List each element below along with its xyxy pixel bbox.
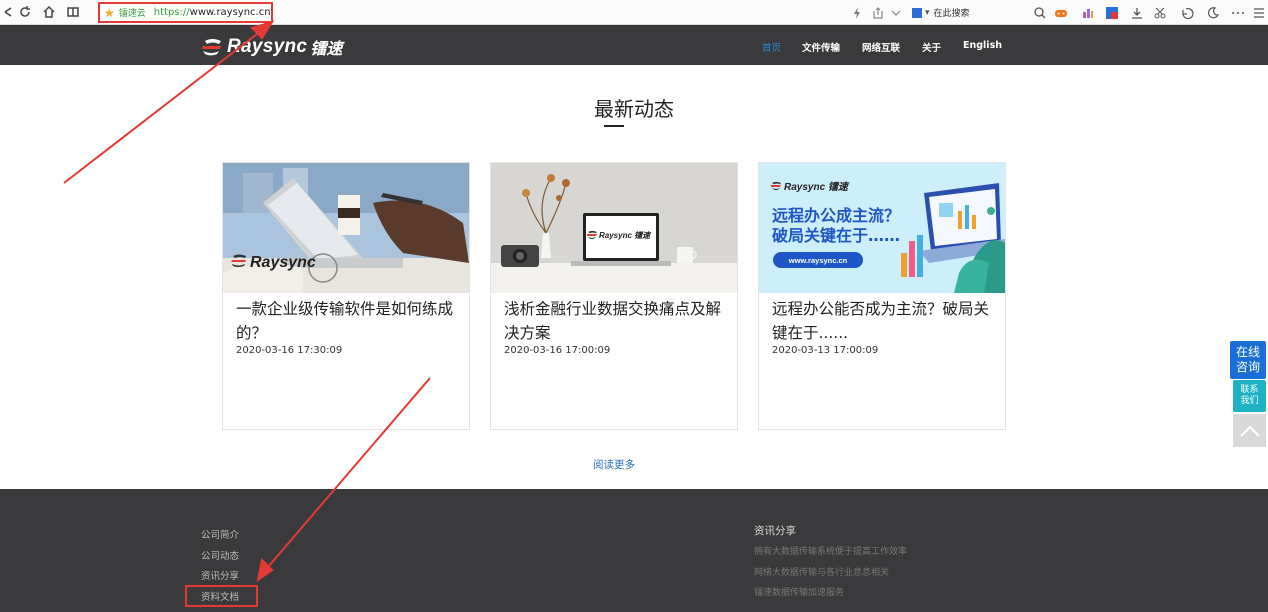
chat-label-line-2: 咨询: [1235, 360, 1260, 374]
card-title[interactable]: 浅析金融行业数据交换痛点及解决方案: [504, 297, 730, 345]
extension-icon[interactable]: [1105, 5, 1119, 19]
share-icon[interactable]: [871, 5, 885, 19]
card-title[interactable]: 远程办公能否成为主流？破局关键在于......: [772, 297, 998, 345]
news-card[interactable]: Raysync 镭速 浅析金融行业数据交换痛点及解决方案 2020-03-16 …: [490, 162, 738, 430]
search-placeholder: 在此搜索: [933, 9, 970, 19]
contact-label-line-2: 我们: [1240, 396, 1259, 406]
chat-label-line-1: 在线: [1235, 345, 1260, 359]
footer-articles: 资讯分享 拥有大数据传输系统便于提高工作效率 网络大数据传输与各行业息息相关 镭…: [754, 523, 907, 606]
card-image[interactable]: Raysync 镭速: [491, 163, 737, 293]
search-icon[interactable]: [1033, 5, 1047, 19]
chevron-down-icon[interactable]: [889, 5, 903, 19]
nav-about[interactable]: 关于: [922, 40, 941, 54]
news-card[interactable]: Raysync 镭速 远程办公成主流？ 破局关键在于…… www.raysync…: [758, 162, 1006, 430]
raysync-logo[interactable]: Raysync 镭速: [201, 35, 342, 59]
contact-us-button[interactable]: 联系 我们: [1233, 380, 1266, 412]
site-header: Raysync 镭速 首页 文件传输 网络互联 关于 English: [0, 25, 1268, 65]
nav-network-interconnect[interactable]: 网络互联: [862, 40, 900, 54]
nav-english[interactable]: English: [963, 40, 1002, 51]
url-domain: www.raysync.cn: [189, 7, 271, 18]
footer-articles-title: 资讯分享: [754, 525, 796, 537]
scissors-icon[interactable]: [1153, 5, 1167, 19]
footer-link-company-news[interactable]: 公司动态: [201, 548, 239, 569]
card-date: 2020-03-16 17:30:09: [236, 345, 343, 356]
card-image-brand: Raysync: [250, 254, 316, 271]
card-image-brand: Raysync 镭速: [599, 231, 652, 240]
menu-icon[interactable]: [1252, 5, 1266, 19]
lightning-icon[interactable]: [850, 5, 864, 19]
download-icon[interactable]: [1130, 5, 1144, 19]
url-protocol: https://: [153, 7, 190, 18]
back-to-top-button[interactable]: [1233, 414, 1266, 447]
footer-article-link[interactable]: 网络大数据传输与各行业息息相关: [754, 565, 907, 586]
logo-text: Raysync: [227, 36, 308, 57]
site-name: 镭速云: [118, 9, 146, 19]
footer-article-link[interactable]: 镭速数据传输加速服务: [754, 585, 907, 606]
more-icon[interactable]: [1231, 5, 1245, 19]
card-image-url: www.raysync.cn: [788, 256, 848, 265]
browser-toolbar: ★ 镭速云 https:// www.raysync.cn ▾ 在此搜索: [0, 0, 1268, 25]
card-image[interactable]: Raysync 镭速 远程办公成主流？ 破局关键在于…… www.raysync…: [759, 163, 1005, 293]
search-box[interactable]: ▾ 在此搜索: [912, 5, 1052, 20]
news-card[interactable]: Raysync 一款企业级传输软件是如何练成的？ 2020-03-16 17:3…: [222, 162, 470, 430]
footer-article-link[interactable]: 拥有大数据传输系统便于提高工作效率: [754, 544, 907, 565]
home-icon[interactable]: [40, 3, 58, 21]
card-title[interactable]: 一款企业级传输软件是如何练成的？: [236, 297, 462, 345]
contact-label-line-1: 联系: [1240, 385, 1259, 395]
app-icon[interactable]: [1081, 5, 1095, 19]
logo-cn: 镭速: [310, 39, 343, 58]
game-controller-icon[interactable]: [1054, 5, 1068, 19]
chevron-up-icon: [1239, 425, 1260, 437]
online-chat-button[interactable]: 在线 咨询: [1230, 341, 1266, 379]
card-image-headline-1: 远程办公成主流？: [772, 206, 900, 225]
raysync-logo-icon: [202, 39, 221, 56]
read-more-link[interactable]: 阅读更多: [0, 457, 1228, 472]
card-image-brand: Raysync 镭速: [784, 181, 850, 193]
nav-home[interactable]: 首页: [762, 40, 781, 54]
reload-icon[interactable]: [16, 3, 34, 21]
documents-highlight-box: [185, 585, 258, 607]
night-mode-icon[interactable]: [1206, 5, 1220, 19]
nav-file-transfer[interactable]: 文件传输: [802, 40, 840, 54]
address-bar[interactable]: ★ 镭速云 https:// www.raysync.cn: [98, 2, 273, 23]
undo-icon[interactable]: [1180, 5, 1194, 20]
card-date: 2020-03-13 17:00:09: [772, 345, 879, 356]
title-underline: [604, 125, 624, 127]
card-image-headline-2: 破局关键在于……: [772, 226, 900, 245]
section-title: 最新动态: [594, 97, 674, 121]
footer-link-company-intro[interactable]: 公司简介: [201, 527, 239, 548]
reader-mode-icon[interactable]: [64, 3, 82, 21]
card-image[interactable]: Raysync: [223, 163, 469, 293]
card-date: 2020-03-16 17:00:09: [504, 345, 611, 356]
bookmark-star-icon[interactable]: ★: [104, 6, 115, 20]
search-engine-icon[interactable]: [912, 7, 922, 18]
